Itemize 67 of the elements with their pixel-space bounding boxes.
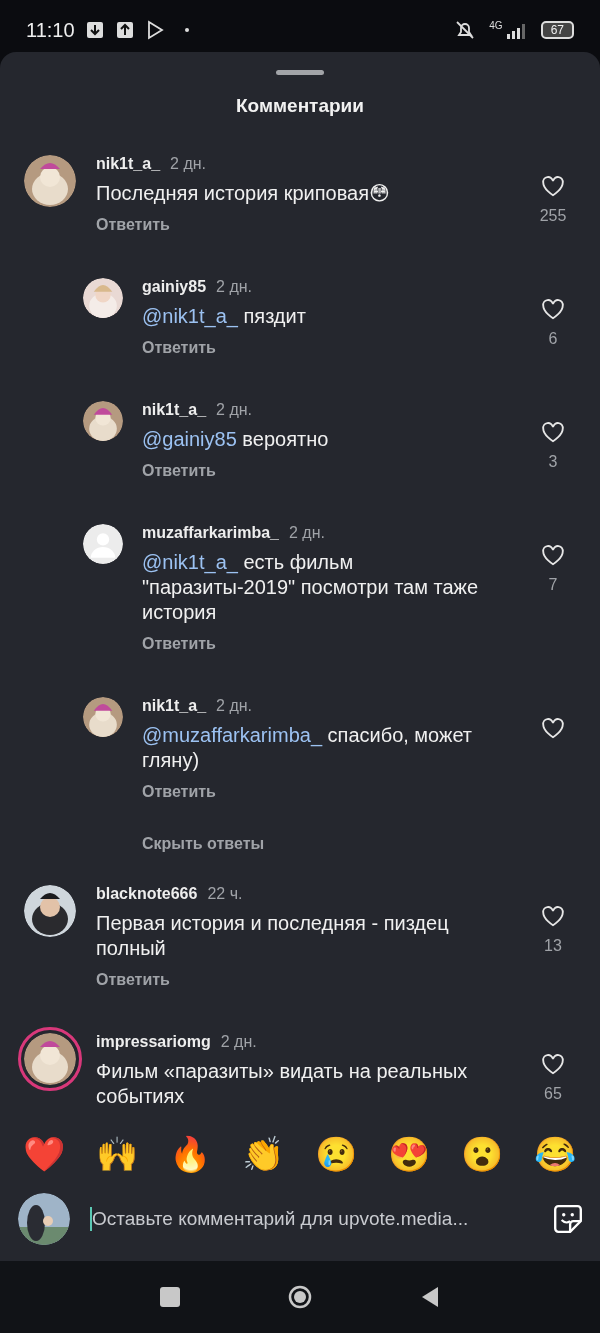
- default-avatar-icon[interactable]: [83, 524, 123, 564]
- reply-button[interactable]: Ответить: [142, 339, 216, 357]
- reaction-button[interactable]: 🙌: [96, 1134, 139, 1174]
- comment-text: @muzaffarkarimba_ спасибо, может гляну): [142, 723, 474, 773]
- hide-replies-button[interactable]: Скрыть ответы: [142, 835, 265, 853]
- like-count: 13: [544, 937, 562, 955]
- reaction-button[interactable]: 😍: [388, 1134, 431, 1174]
- reply-button[interactable]: Ответить: [142, 635, 216, 653]
- reply-button[interactable]: Ответить: [96, 216, 170, 234]
- like-icon[interactable]: [540, 296, 566, 322]
- upload-icon: [114, 20, 135, 40]
- like-count: 255: [539, 207, 567, 225]
- reply-button[interactable]: Ответить: [96, 971, 170, 989]
- comment-text: Фильм «паразиты» видать на реальных событиях: [96, 1059, 469, 1109]
- mention-link[interactable]: @nik1t_a_: [142, 305, 238, 327]
- story-ring[interactable]: [18, 1027, 82, 1091]
- comment-input[interactable]: Оставьте комментарий для upvote.media...: [90, 1207, 532, 1231]
- username[interactable]: blacknote666: [96, 885, 198, 903]
- comment-time: 2 дн.: [288, 524, 325, 542]
- notification-dot: [184, 28, 189, 32]
- like-count: 65: [544, 1085, 562, 1103]
- reaction-button[interactable]: ❤: [23, 1134, 66, 1174]
- recents-button[interactable]: [158, 1285, 182, 1309]
- like-count: 7: [548, 576, 558, 594]
- comment-time: 2 дн.: [216, 697, 252, 715]
- status-time: 11:10: [26, 18, 75, 42]
- comment-time: 2 дн.: [216, 401, 252, 419]
- like-icon[interactable]: [540, 903, 566, 929]
- username[interactable]: muzaffarkarimba_: [142, 524, 279, 542]
- like-icon[interactable]: [540, 419, 566, 445]
- reaction-button[interactable]: 👏: [242, 1134, 285, 1174]
- like-icon[interactable]: [540, 715, 566, 741]
- like-icon[interactable]: [540, 1051, 566, 1077]
- mention-link[interactable]: @gainiy85: [142, 428, 237, 450]
- mention-link[interactable]: @muzaffarkarimba_: [142, 724, 322, 746]
- like-count: 6: [548, 330, 558, 348]
- username[interactable]: gainiy85: [142, 278, 207, 296]
- home-button[interactable]: [288, 1285, 312, 1309]
- comment-time: 2 дн.: [170, 155, 206, 173]
- comment-text: Первая история и последняя - пиздец полный: [96, 911, 450, 961]
- reaction-button[interactable]: 😂: [534, 1134, 577, 1174]
- reply-button[interactable]: Ответить: [142, 462, 216, 480]
- comment-text: @nik1t_a_ есть фильм "паразиты-2019" посмотри там таже история: [142, 550, 480, 625]
- mention-link[interactable]: @nik1t_a_: [142, 551, 238, 573]
- reaction-button[interactable]: 😮: [461, 1134, 504, 1174]
- comment-text: Последняя история криповая😳: [96, 181, 391, 206]
- comment-time: 2 дн.: [216, 278, 252, 296]
- username[interactable]: nik1t_a_: [96, 155, 161, 173]
- comment-time: 22 ч.: [207, 885, 243, 903]
- network-type: 4G: [489, 20, 503, 31]
- sheet-title: Комментарии: [235, 95, 365, 117]
- username[interactable]: impressariomg: [96, 1033, 211, 1051]
- username[interactable]: nik1t_a_: [142, 401, 207, 419]
- like-icon[interactable]: [540, 173, 566, 199]
- reaction-button[interactable]: 🔥: [169, 1134, 212, 1174]
- like-icon[interactable]: [540, 542, 566, 568]
- drag-handle[interactable]: [276, 70, 324, 75]
- battery-indicator: 67: [540, 21, 574, 39]
- comment-text: @nik1t_a_ пяздит: [142, 304, 307, 329]
- comment-text: @gainiy85 вероятно: [142, 427, 330, 452]
- comment-time: 2 дн.: [220, 1033, 257, 1051]
- like-count: 3: [548, 453, 558, 471]
- reaction-button[interactable]: 😢: [315, 1134, 358, 1174]
- username[interactable]: nik1t_a_: [142, 697, 207, 715]
- sticker-icon[interactable]: [552, 1203, 584, 1235]
- reply-button[interactable]: Ответить: [142, 783, 216, 801]
- download-icon: [84, 20, 105, 40]
